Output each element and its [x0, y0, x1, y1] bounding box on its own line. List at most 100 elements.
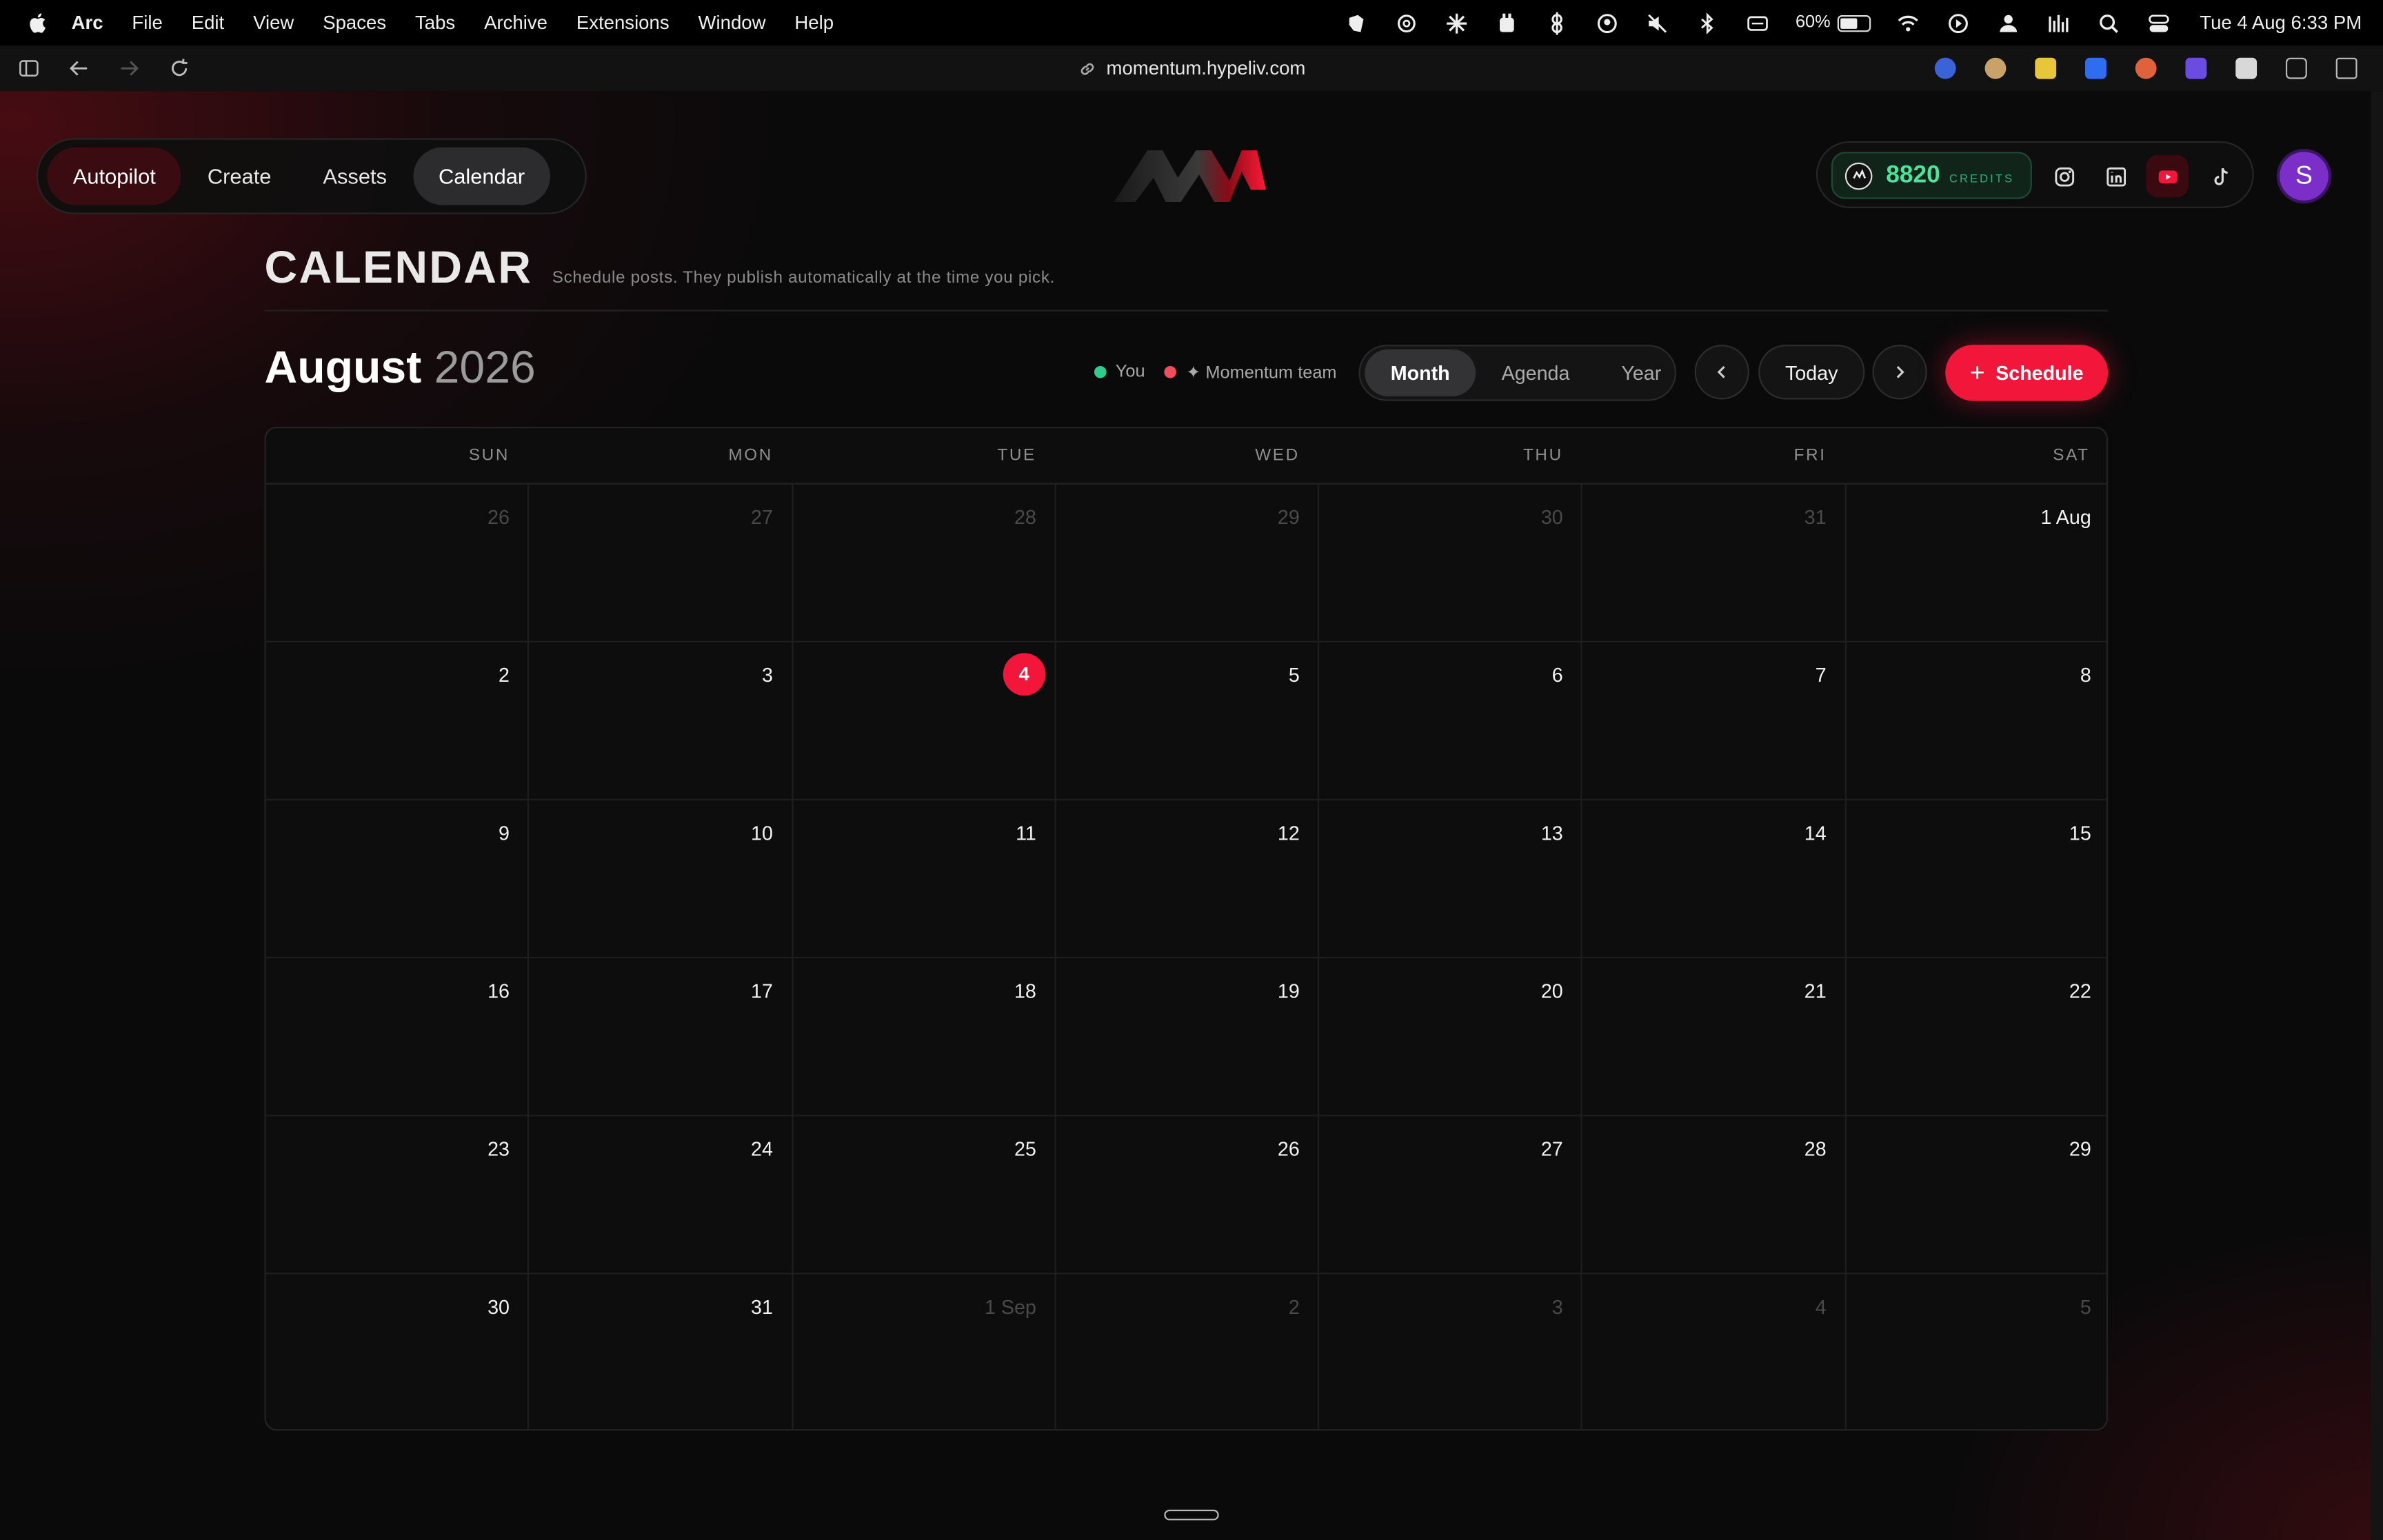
view-year-tab[interactable]: Year [1596, 349, 1687, 396]
next-month-button[interactable] [1872, 345, 1927, 400]
battery-indicator[interactable]: 60% [1796, 14, 1872, 32]
user-icon[interactable] [1984, 0, 2034, 45]
day-cell[interactable]: 2 [265, 642, 530, 801]
day-cell[interactable]: 29 [1056, 484, 1320, 642]
day-cell[interactable]: 11 [792, 800, 1056, 959]
day-cell[interactable]: 12 [1056, 800, 1320, 959]
mute-icon[interactable] [1633, 0, 1683, 45]
day-cell[interactable]: 31 [1582, 484, 1847, 642]
day-cell[interactable]: 9 [265, 800, 530, 959]
day-cell[interactable]: 27 [1319, 1116, 1583, 1275]
youtube-icon[interactable] [2146, 154, 2189, 198]
menu-view[interactable]: View [253, 12, 294, 34]
day-cell[interactable]: 21 [1582, 958, 1847, 1117]
day-cell[interactable]: 10 [529, 800, 793, 959]
menubar-clock[interactable]: Tue 4 Aug 6:33 PM [2200, 12, 2362, 34]
day-cell[interactable]: 24 [529, 1116, 793, 1275]
tiktok-icon[interactable] [2199, 155, 2242, 198]
extension-owl-icon[interactable] [1970, 45, 2020, 91]
day-cell[interactable]: 7 [1582, 642, 1847, 801]
play-circle-icon[interactable] [1934, 0, 1984, 45]
day-cell[interactable]: 26 [265, 484, 530, 642]
reload-icon[interactable] [154, 45, 204, 91]
prev-month-button[interactable] [1694, 345, 1749, 400]
menu-spaces[interactable]: Spaces [323, 12, 386, 34]
day-cell[interactable]: 27 [529, 484, 793, 642]
day-cell[interactable]: 8 [1846, 642, 2107, 801]
menu-help[interactable]: Help [794, 12, 834, 34]
day-cell[interactable]: 23 [265, 1116, 530, 1275]
split-view-icon[interactable] [2321, 45, 2371, 91]
nav-tab-create[interactable]: Create [181, 148, 297, 205]
day-cell[interactable]: 28 [1582, 1116, 1847, 1275]
spotlight-search-icon[interactable] [2084, 0, 2135, 45]
user-avatar[interactable]: S [2276, 148, 2332, 204]
today-button[interactable]: Today [1758, 345, 1865, 400]
day-cell[interactable]: 25 [792, 1116, 1056, 1275]
day-cell[interactable]: 22 [1846, 958, 2107, 1117]
day-cell[interactable]: 4 [1582, 1274, 1847, 1430]
day-cell[interactable]: 20 [1319, 958, 1583, 1117]
day-cell[interactable]: 4 [792, 642, 1056, 801]
page-scrollbar[interactable] [2371, 91, 2383, 1540]
status-app-icon[interactable] [1332, 0, 1382, 45]
openai-icon[interactable] [1382, 0, 1432, 45]
day-cell[interactable]: 1 Sep [793, 1274, 1056, 1430]
credits-badge[interactable]: 8820 CREDITS [1831, 152, 2032, 199]
menu-tabs[interactable]: Tabs [415, 12, 455, 34]
day-cell[interactable]: 6 [1319, 642, 1583, 801]
day-cell[interactable]: 18 [792, 958, 1056, 1117]
nav-tab-calendar[interactable]: Calendar [412, 147, 551, 205]
day-cell[interactable]: 19 [1056, 958, 1320, 1117]
view-month-tab[interactable]: Month [1365, 349, 1476, 397]
extension-purple-icon[interactable] [2170, 45, 2220, 91]
extension-white-icon[interactable] [2220, 45, 2271, 91]
momentum-logo[interactable] [1111, 144, 1267, 208]
day-cell[interactable]: 15 [1846, 800, 2107, 959]
day-cell[interactable]: 3 [529, 642, 793, 801]
day-cell[interactable]: 13 [1319, 800, 1583, 959]
day-cell[interactable]: 17 [529, 958, 793, 1117]
audio-bars-icon[interactable] [2034, 0, 2084, 45]
tools-icon[interactable] [1482, 0, 1533, 45]
account-circle-icon[interactable] [1582, 0, 1633, 45]
extension-blue-icon[interactable] [2070, 45, 2120, 91]
extension-js-icon[interactable] [2020, 45, 2070, 91]
back-arrow-icon[interactable] [53, 45, 103, 91]
wifi-icon[interactable] [1884, 0, 1934, 45]
day-cell[interactable]: 30 [1319, 484, 1583, 642]
day-cell[interactable]: 14 [1582, 800, 1847, 959]
extension-menu-icon[interactable] [2271, 45, 2321, 91]
control-center-icon[interactable] [2135, 0, 2185, 45]
extension-claude-icon[interactable] [2120, 45, 2171, 91]
sparkle-icon[interactable] [1432, 0, 1482, 45]
day-cell[interactable]: 3 [1319, 1274, 1583, 1430]
menu-extensions[interactable]: Extensions [576, 12, 670, 34]
nav-tab-assets[interactable]: Assets [297, 148, 413, 205]
menu-window[interactable]: Window [698, 12, 766, 34]
extension-vpn-icon[interactable] [1920, 45, 1970, 91]
day-cell[interactable]: 5 [1056, 642, 1320, 801]
day-cell[interactable]: 28 [792, 484, 1056, 642]
dollar-icon[interactable] [1533, 0, 1583, 45]
instagram-icon[interactable] [2042, 155, 2085, 198]
day-cell[interactable]: 16 [265, 958, 530, 1117]
menu-app-name[interactable]: Arc [72, 12, 103, 34]
sidebar-toggle-icon[interactable] [3, 45, 53, 91]
bluetooth-icon[interactable] [1683, 0, 1733, 45]
nav-tab-autopilot[interactable]: Autopilot [47, 147, 182, 205]
menu-archive[interactable]: Archive [484, 12, 547, 34]
day-cell[interactable]: 5 [1846, 1274, 2107, 1429]
day-cell[interactable]: 26 [1056, 1116, 1320, 1275]
keyboard-icon[interactable] [1733, 0, 1784, 45]
day-cell[interactable]: 30 [266, 1274, 530, 1430]
menu-file[interactable]: File [132, 12, 162, 34]
menu-edit[interactable]: Edit [192, 12, 224, 34]
day-cell[interactable]: 29 [1846, 1116, 2107, 1275]
day-cell[interactable]: 1 Aug [1846, 485, 2107, 642]
view-agenda-tab[interactable]: Agenda [1476, 349, 1596, 396]
day-cell[interactable]: 31 [530, 1274, 793, 1430]
day-cell[interactable]: 2 [1056, 1274, 1320, 1430]
linkedin-icon[interactable] [2094, 155, 2137, 198]
forward-arrow-icon[interactable] [103, 45, 154, 91]
